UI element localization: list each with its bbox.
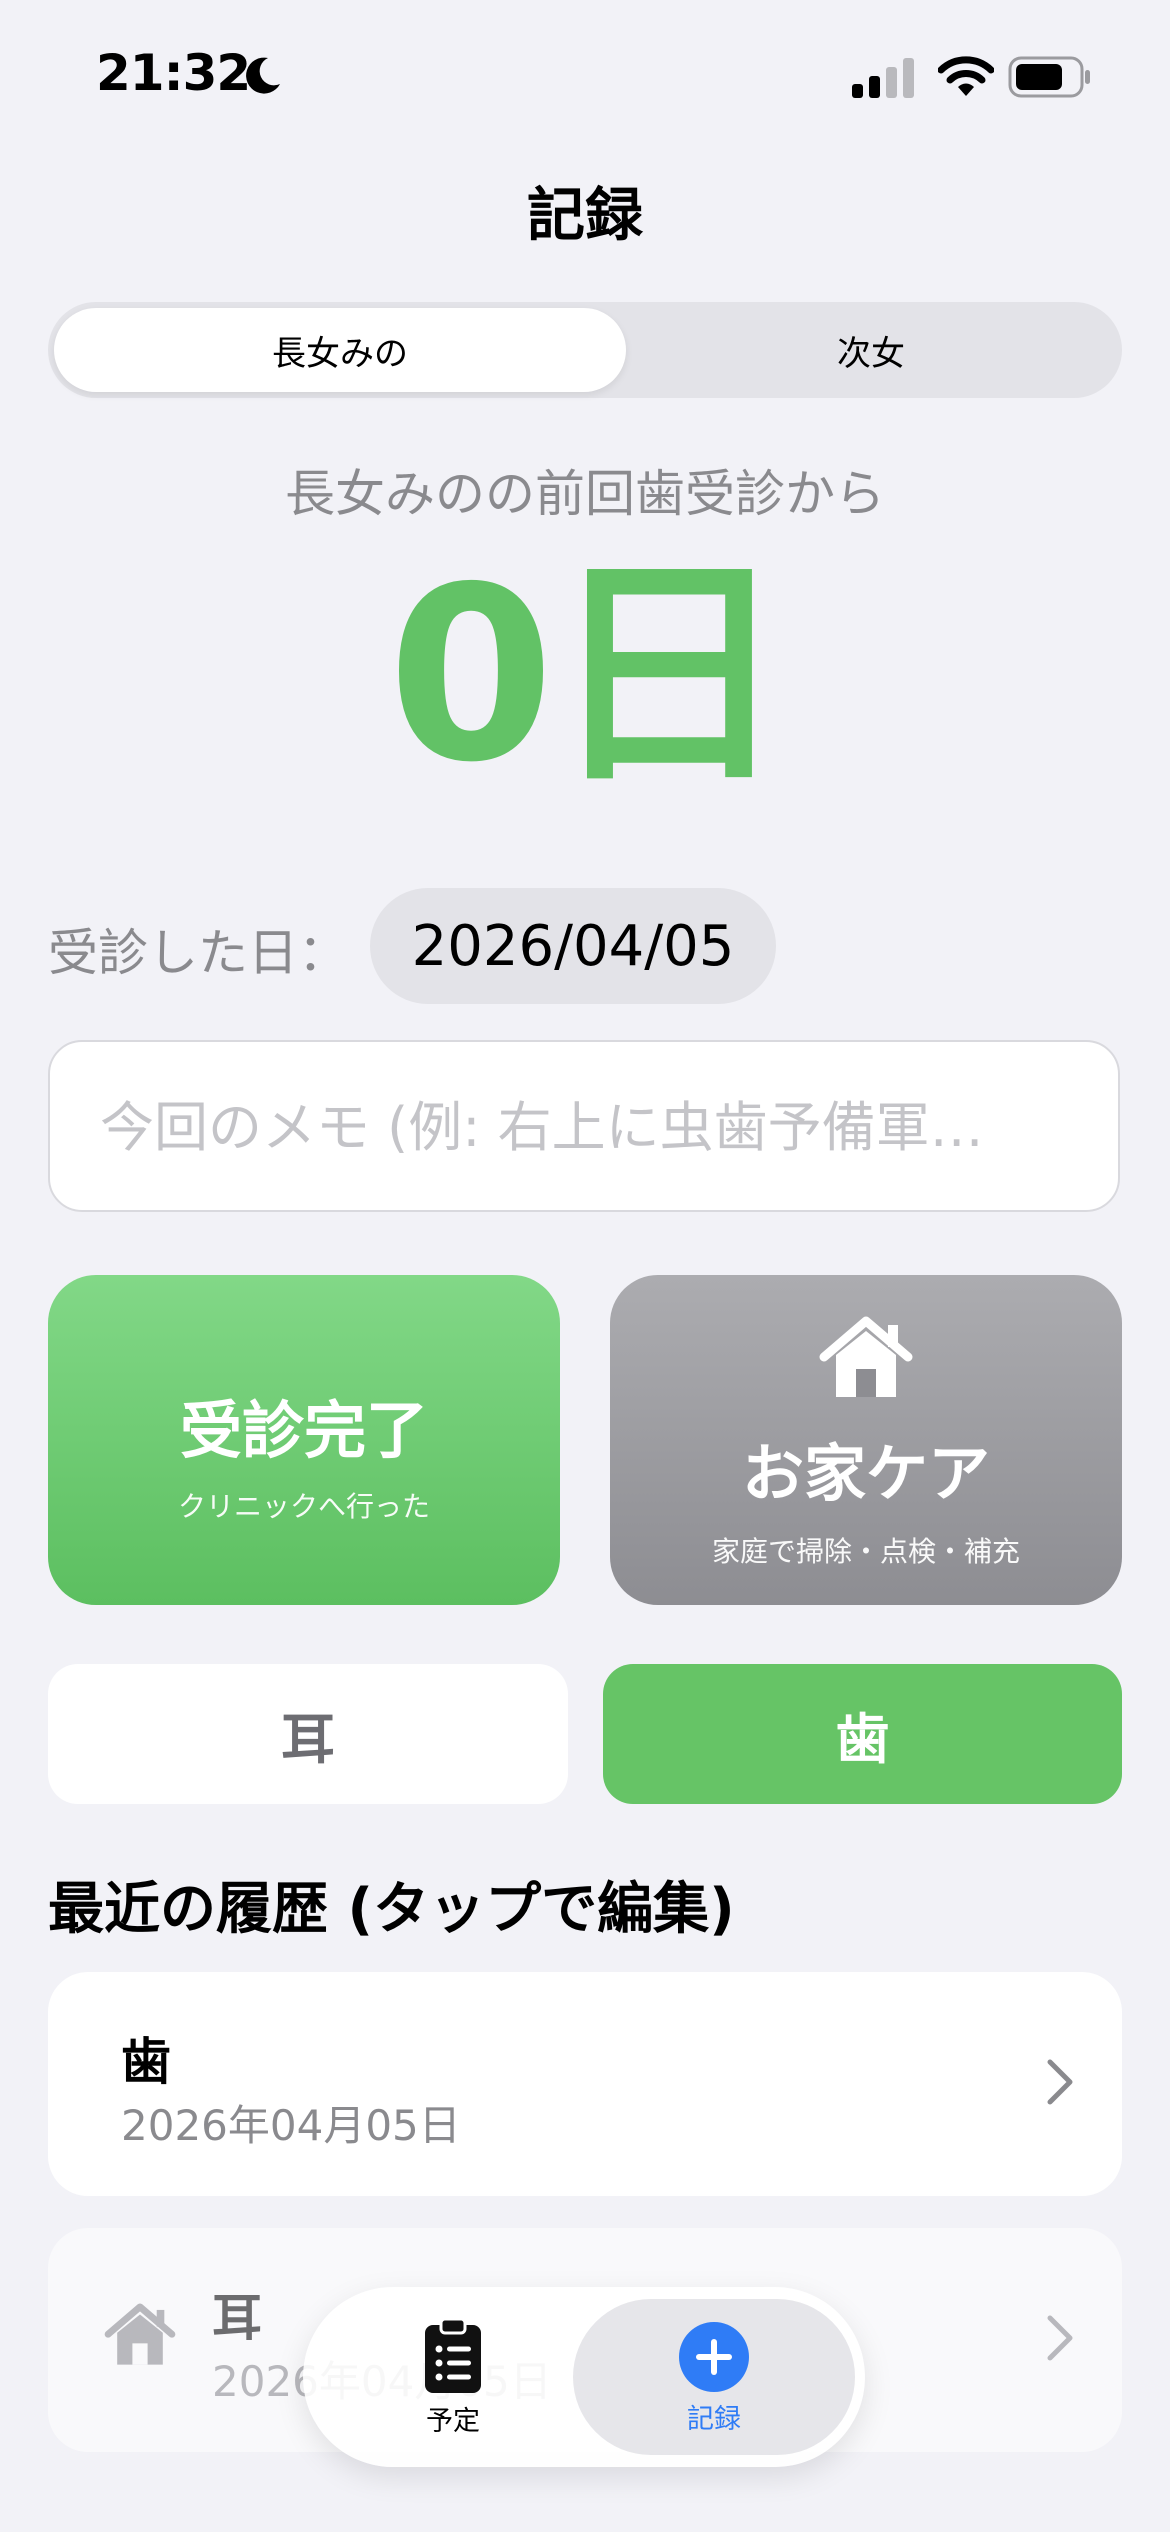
history-heading: 最近の履歴 (タップで編集) [48, 1877, 735, 1942]
tab-record[interactable]: 記録 [573, 2299, 855, 2455]
history-item[interactable]: 歯 2026年04月05日 [48, 1972, 1122, 2196]
child-segmented-control: 長女みの 次女 [48, 302, 1122, 398]
tab-record-label: 記録 [687, 2404, 741, 2435]
memo-input[interactable] [98, 1042, 1082, 1212]
segment-option-first-child[interactable]: 長女みの [54, 308, 626, 392]
visit-complete-title: 受診完了 [179, 1394, 428, 1467]
since-last-visit-label: 長女みのの前回歯受診から [285, 465, 885, 523]
home-care-subtitle: 家庭で掃除・点検・補充 [711, 1535, 1020, 1568]
type-button-ear[interactable]: 耳 [48, 1664, 568, 1804]
house-icon [104, 2303, 176, 2365]
status-time: 21:32 [96, 44, 251, 102]
tab-bar: 予定 記録 [303, 2287, 865, 2467]
plus-circle-icon [679, 2322, 749, 2392]
chevron-right-icon [1047, 2315, 1073, 2361]
house-icon [819, 1316, 913, 1397]
segment-option-second-child[interactable]: 次女 [626, 308, 1116, 392]
tab-schedule-label: 予定 [426, 2406, 480, 2437]
memo-field-container [48, 1040, 1120, 1212]
cellular-signal-icon [852, 58, 914, 98]
visit-complete-button[interactable]: 受診完了 クリニックへ行った [48, 1275, 560, 1605]
moon-icon [246, 57, 280, 94]
type-button-tooth[interactable]: 歯 [603, 1664, 1122, 1804]
home-care-title: お家ケア [741, 1437, 990, 1510]
battery-icon [1008, 56, 1090, 98]
wifi-icon [938, 56, 994, 96]
tab-schedule[interactable]: 予定 [343, 2311, 563, 2443]
chevron-right-icon [1047, 2059, 1073, 2105]
days-counter: 0日 [387, 535, 789, 815]
history-item-type: 耳 [212, 2289, 262, 2347]
visit-complete-subtitle: クリニックへ行った [177, 1490, 430, 1523]
visit-date-label: 受診した日： [48, 924, 348, 982]
history-item-type: 歯 [121, 2033, 171, 2091]
home-care-button[interactable]: お家ケア 家庭で掃除・点検・補充 [610, 1275, 1122, 1605]
page-title: 記録 [526, 181, 643, 249]
visit-date-picker[interactable]: 2026/04/05 [370, 888, 776, 1004]
history-item-date: 2026年04月05日 [121, 2101, 461, 2150]
clipboard-list-icon [425, 2317, 481, 2393]
